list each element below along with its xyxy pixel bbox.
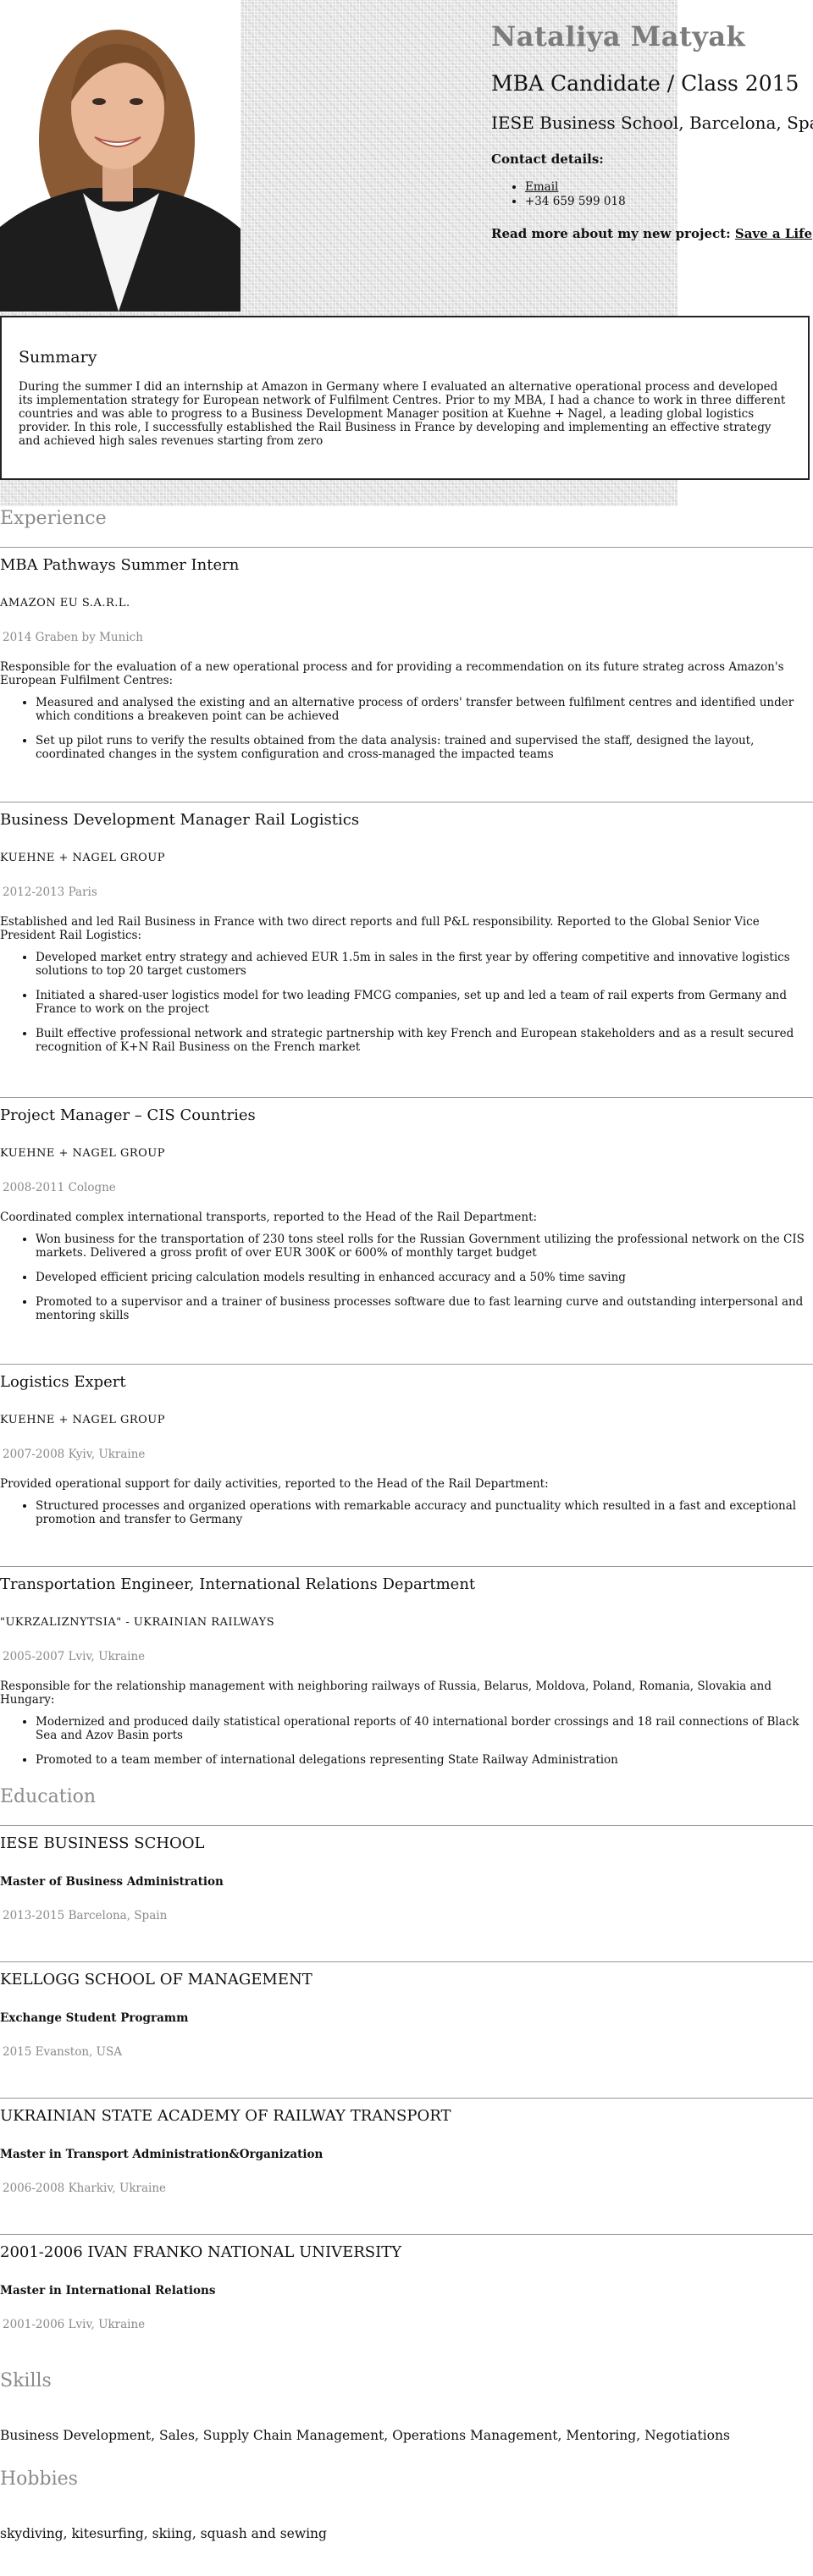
education-school: KELLOGG SCHOOL OF MANAGEMENT [0,1971,312,1989]
job-meta: 2012-2013 Paris [3,885,97,899]
job-organization: AMAZON EU S.A.R.L. [0,597,130,610]
skills-section: Skills Business Development, Sales, Supp… [0,2370,813,2468]
experience-heading: Experience [0,508,107,529]
summary-box: Summary During the summer I did an inter… [0,316,810,480]
job-title: Business Development Manager Rail Logist… [0,811,360,829]
education-meta: 2006-2008 Kharkiv, Ukraine [3,2182,167,2195]
job-description: Coordinated complex international transp… [0,1211,538,1224]
job-entry: Logistics Expert KUEHNE + NAGEL GROUP 20… [0,1365,813,1566]
summary-heading: Summary [19,348,97,367]
candidate-subtitle: MBA Candidate / Class 2015 [491,71,799,96]
header-info: Nataliya Matyak MBA Candidate / Class 20… [491,20,813,241]
job-description: Provided operational support for daily a… [0,1477,549,1491]
education-heading: Education [0,1786,97,1807]
list-item: Initiated a shared-user logistics model … [36,989,813,1016]
job-bullets: Modernized and produced daily statistica… [0,1715,813,1767]
job-bullets: Measured and analysed the existing and a… [0,696,813,761]
project-line: Read more about my new project: Save a L… [491,226,813,241]
job-description: Established and led Rail Business in Fra… [0,915,760,942]
list-item: Developed market entry strategy and achi… [36,951,813,978]
profile-photo [0,0,241,312]
job-meta: 2014 Graben by Munich [3,631,143,644]
skills-heading: Skills [0,2370,52,2391]
job-title: MBA Pathways Summer Intern [0,556,240,574]
job-organization: KUEHNE + NAGEL GROUP [0,1147,165,1160]
list-item: Modernized and produced daily statistica… [36,1715,813,1742]
summary-text: During the summer I did an internship at… [19,380,786,448]
candidate-school: IESE Business School, Barcelona, Spain [491,113,813,133]
education-degree: Master of Business Administration [0,1875,224,1889]
education-degree: Exchange Student Programm [0,2011,189,2025]
job-title: Transportation Engineer, International R… [0,1575,476,1593]
job-title: Project Manager – CIS Countries [0,1106,256,1124]
job-organization: KUEHNE + NAGEL GROUP [0,852,165,864]
education-entry: IESE BUSINESS SCHOOL Master of Business … [0,1826,813,1961]
job-meta: 2005-2007 Lviv, Ukraine [3,1650,146,1663]
education-degree: Master in International Relations [0,2284,216,2297]
job-bullets: Won business for the transportation of 2… [0,1233,813,1322]
job-entry: MBA Pathways Summer Intern AMAZON EU S.A… [0,548,813,802]
contact-email-item: Email [525,180,813,195]
job-description: Responsible for the evaluation of a new … [0,660,784,687]
job-title: Logistics Expert [0,1373,126,1391]
education-entry: KELLOGG SCHOOL OF MANAGEMENT Exchange St… [0,1962,813,2098]
education-degree: Master in Transport Administration&Organ… [0,2148,324,2161]
job-organization: "UKRZALIZNYTSIA" - UKRAINIAN RAILWAYS [0,1616,275,1629]
education-school: UKRAINIAN STATE ACADEMY OF RAILWAY TRANS… [0,2107,451,2125]
job-entry: Business Development Manager Rail Logist… [0,803,813,1097]
hobbies-heading: Hobbies [0,2468,78,2490]
education-school: 2001-2006 IVAN FRANKO NATIONAL UNIVERSIT… [0,2243,402,2261]
education-meta: 2013-2015 Barcelona, Spain [3,1909,168,1922]
list-item: Developed efficient pricing calculation … [36,1271,813,1284]
list-item: Built effective professional network and… [36,1027,813,1054]
hobbies-section: Hobbies skydiving, kitesurfing, skiing, … [0,2468,813,2545]
job-organization: KUEHNE + NAGEL GROUP [0,1414,165,1426]
list-item: Set up pilot runs to verify the results … [36,734,813,761]
contact-phone: +34 659 599 018 [525,195,813,209]
job-bullets: Structured processes and organized opera… [0,1499,813,1526]
email-link[interactable]: Email [525,180,558,194]
job-meta: 2008-2011 Cologne [3,1181,116,1194]
job-description: Responsible for the relationship managem… [0,1680,772,1707]
education-entry: UKRAINIAN STATE ACADEMY OF RAILWAY TRANS… [0,2099,813,2234]
list-item: Promoted to a team member of internation… [36,1753,813,1767]
education-meta: 2015 Evanston, USA [3,2045,123,2059]
education-meta: 2001-2006 Lviv, Ukraine [3,2318,146,2331]
list-item: Won business for the transportation of 2… [36,1233,813,1260]
list-item: Structured processes and organized opera… [36,1499,813,1526]
resume-content: Experience MBA Pathways Summer Intern AM… [0,508,813,2545]
list-item: Measured and analysed the existing and a… [36,696,813,723]
candidate-name: Nataliya Matyak [491,20,746,52]
hobbies-text: skydiving, kitesurfing, skiing, squash a… [0,2526,327,2541]
contact-heading: Contact details: [491,152,604,167]
skills-text: Business Development, Sales, Supply Chai… [0,2428,730,2443]
education-school: IESE BUSINESS SCHOOL [0,1834,205,1852]
job-meta: 2007-2008 Kyiv, Ukraine [3,1448,146,1461]
job-bullets: Developed market entry strategy and achi… [0,951,813,1054]
project-text: Read more about my new project: [491,226,731,241]
list-item: Promoted to a supervisor and a trainer o… [36,1295,813,1322]
education-entry: 2001-2006 IVAN FRANKO NATIONAL UNIVERSIT… [0,2235,813,2370]
contact-list: Email +34 659 599 018 [491,180,813,209]
project-link[interactable]: Save a Life [735,226,812,241]
job-entry: Transportation Engineer, International R… [0,1567,813,1786]
job-entry: Project Manager – CIS Countries KUEHNE +… [0,1098,813,1364]
